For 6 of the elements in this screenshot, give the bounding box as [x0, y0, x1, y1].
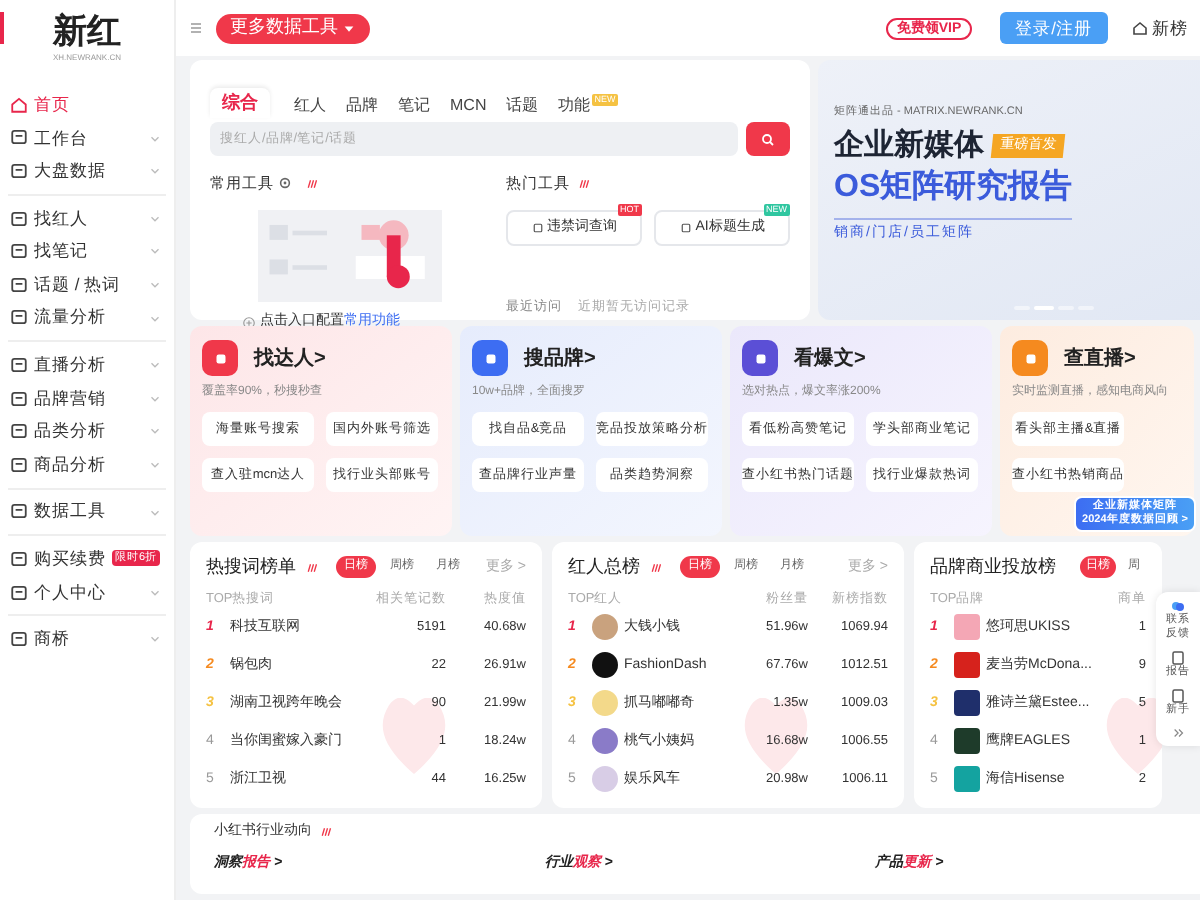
- ranking-title: 热搜词榜单: [206, 554, 296, 580]
- logo-text: 新红: [53, 12, 121, 52]
- ranking-title: 红人总榜: [568, 554, 640, 580]
- banner-subheadline: OS矩阵研究报告: [834, 168, 1073, 209]
- banner-headline: 企业新媒体: [834, 128, 984, 165]
- ranking-title: 品牌商业投放榜: [930, 554, 1056, 580]
